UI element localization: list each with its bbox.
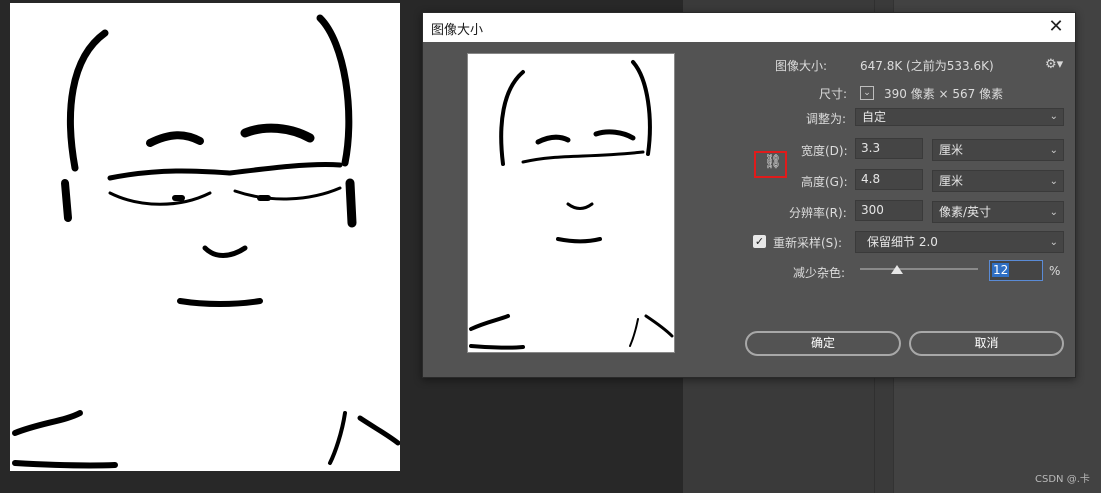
resolution-input-value: 300 [861,203,884,217]
resolution-unit-select[interactable]: 像素/英寸 ⌄ [932,201,1064,223]
width-input[interactable]: 3.3 [855,138,923,159]
chevron-down-icon: ⌄ [1049,145,1058,156]
resample-method-value: 保留细节 2.0 [867,235,938,249]
fit-to-label: 调整为: [806,112,847,126]
chevron-down-icon: ⌄ [1049,207,1058,218]
image-size-dialog: 图像大小 ✕ 图像大小: 647.8K (之前为533.6K) ⚙▾ 尺寸: ⌄… [422,12,1076,378]
chevron-down-icon: ⌄ [1049,176,1058,187]
ok-button[interactable]: 确定 [745,331,901,356]
reduce-noise-unit: % [1049,264,1061,278]
chevron-down-icon: ⌄ [1049,237,1058,248]
fit-to-select[interactable]: 自定 ⌄ [855,108,1064,126]
width-label: 宽度(D): [801,144,848,158]
image-preview[interactable] [467,53,675,353]
resample-checkbox[interactable]: ✓ [753,235,766,248]
reduce-noise-label: 减少杂色: [793,266,846,280]
image-size-value: 647.8K (之前为533.6K) [860,59,994,73]
gear-icon[interactable]: ⚙▾ [1045,57,1063,72]
constrain-proportions-button[interactable]: ⛓ [754,151,787,178]
resample-method-select[interactable]: 保留细节 2.0 ⌄ [855,231,1064,253]
dialog-titlebar: 图像大小 ✕ [423,13,1075,42]
cancel-button[interactable]: 取消 [909,331,1064,356]
dimensions-toggle-chevron-icon[interactable]: ⌄ [860,86,874,100]
height-unit-value: 厘米 [939,174,964,188]
height-unit-select[interactable]: 厘米 ⌄ [932,170,1064,192]
dimensions-value: 390 像素 × 567 像素 [884,87,1004,101]
reduce-noise-slider-track[interactable] [860,268,978,270]
dialog-title: 图像大小 [431,23,484,38]
image-size-label: 图像大小: [775,59,828,73]
width-unit-value: 厘米 [939,143,964,157]
link-constrain-icon: ⛓ [764,154,782,170]
close-icon[interactable]: ✕ [1045,16,1067,38]
resample-label: 重新采样(S): [773,236,843,250]
width-input-value: 3.3 [861,141,881,155]
dimensions-label: 尺寸: [819,87,848,101]
watermark-text: CSDN @.卡 [1035,474,1090,485]
reduce-noise-input[interactable]: 12 [989,260,1043,281]
fit-to-value: 自定 [862,110,887,124]
document-image [10,3,400,471]
resolution-input[interactable]: 300 [855,200,923,221]
height-input-value: 4.8 [861,172,881,186]
preview-line-art [469,60,674,350]
line-art-portrait [12,14,400,469]
resolution-unit-value: 像素/英寸 [939,205,992,219]
width-unit-select[interactable]: 厘米 ⌄ [932,139,1064,161]
reduce-noise-slider-thumb[interactable] [891,265,903,274]
height-input[interactable]: 4.8 [855,169,923,190]
resolution-label: 分辨率(R): [789,206,847,220]
chevron-down-icon: ⌄ [1049,111,1058,122]
height-label: 高度(G): [801,175,848,189]
reduce-noise-input-value: 12 [992,263,1010,277]
